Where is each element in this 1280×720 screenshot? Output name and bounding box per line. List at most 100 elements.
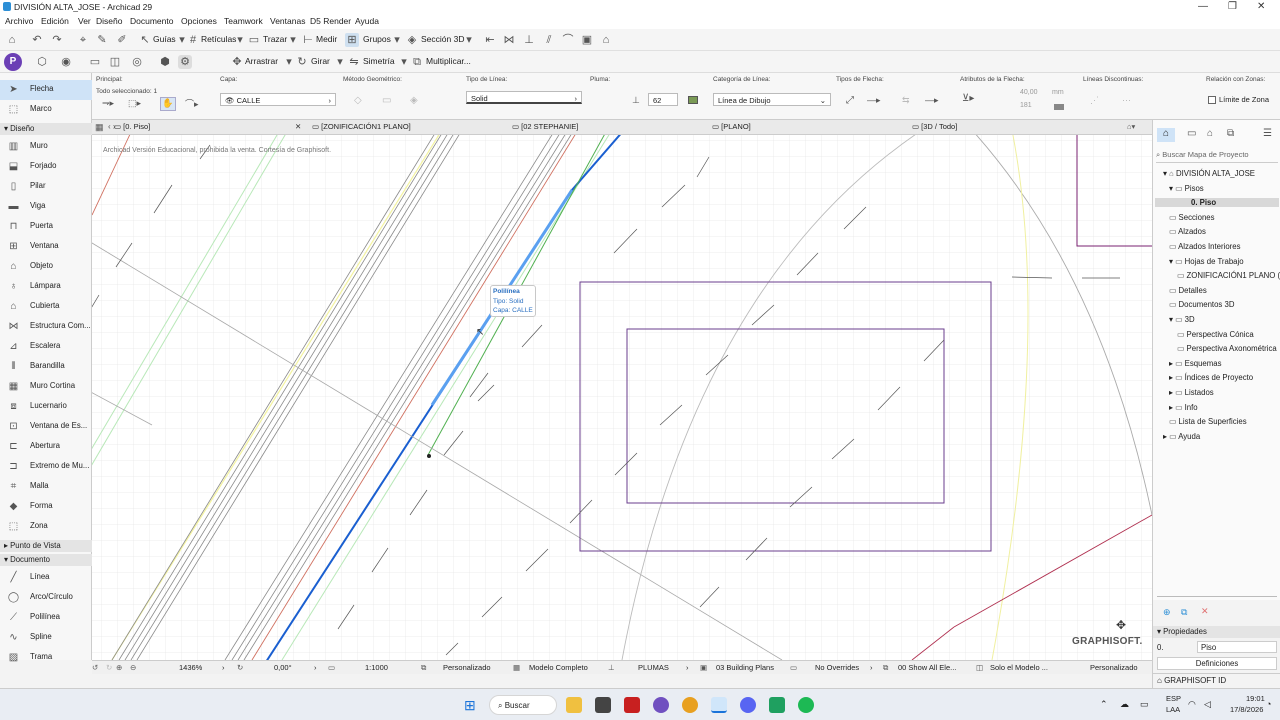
dimension-standard[interactable]: Personalizado [1090,663,1138,672]
view-icon[interactable]: ◎ [130,55,144,69]
mirror-icon[interactable]: ⇋ [347,55,361,69]
spotify-icon[interactable] [798,697,814,713]
layers-icon[interactable]: ⧉ [421,663,426,673]
tool-marco[interactable]: ⬚ Marco [0,100,92,119]
definitions-button[interactable]: Definiciones [1157,657,1277,670]
app-purple-icon[interactable] [653,697,669,713]
arrow-pen-value[interactable]: 181 [1020,102,1032,109]
nav-item-hojas-de-trabajo[interactable]: ▾ ▭ Hojas de Trabajo [1155,257,1279,266]
nav-item-indices-de-proyecto[interactable]: ▸ ▭ Índices de Proyecto [1155,373,1279,382]
drag-icon[interactable]: ✥ [230,55,244,69]
layer-combination[interactable]: Personalizado [443,663,491,672]
split-icon[interactable]: ⫽ [542,33,556,47]
tab-options-icon[interactable]: ⌂▾ [1127,122,1135,131]
pick-up-icon[interactable]: ✎ [95,33,109,47]
scale-icon[interactable]: ▭ [328,663,335,672]
overrides-icon[interactable]: ▭ [790,663,797,672]
tab-0-piso[interactable]: ▭ [0. Piso] [114,122,150,131]
tab-close-icon[interactable]: ✕ [295,122,301,131]
graphic-overrides[interactable]: No Overrides [815,663,859,672]
windows-start-icon[interactable]: ⊞ [464,697,476,713]
settings-gear-icon[interactable]: ⚙ [178,55,192,69]
dropdown-chevron-icon[interactable]: ▾ [282,55,296,69]
menu-opciones[interactable]: Opciones [181,16,217,26]
intersect-icon[interactable]: ⋈ [502,33,516,47]
minimize-button[interactable]: — [1198,1,1208,12]
tool-spline[interactable]: ∿ Spline [0,628,92,647]
structure-icon[interactable]: ◫ [976,663,983,672]
menu-d5-render[interactable]: D5 Render [310,16,351,26]
zoom-in-icon[interactable]: ⊕ [116,663,122,672]
close-button[interactable]: ✕ [1257,1,1265,12]
view-map-icon[interactable]: ▭ [1187,128,1196,139]
tool-linea[interactable]: ╱ Línea [0,568,92,587]
dropdown-chevron-icon[interactable]: ▾ [233,33,247,47]
navigator-menu-icon[interactable]: ☰ [1263,128,1272,139]
tool-barandilla[interactable]: ⫴ Barandilla [0,357,92,376]
nav-item-secciones[interactable]: ▭ Secciones [1155,213,1279,222]
chevron-right-icon[interactable]: › [222,663,225,672]
add-icon[interactable]: ⊕ [1163,607,1171,618]
tool-ventana-de-es[interactable]: ⊡ Ventana de Es... [0,417,92,436]
pen-number-field[interactable]: 62 [648,93,678,106]
tool-abertura[interactable]: ⊏ Abertura [0,437,92,456]
groups-icon[interactable]: ⊞ [345,33,359,47]
nav-item-perspectiva-axonometrica[interactable]: ▭ Perspectiva Axonométrica [1155,344,1279,353]
zone-boundary-checkbox[interactable] [1208,96,1216,104]
keyboard-layout[interactable]: LAA [1166,705,1180,714]
geometry-icon[interactable]: ⬚▸ [128,98,141,109]
reticulas-button[interactable]: Retículas [201,34,236,44]
line-category-select[interactable]: Línea de Dibujo ⌄ [713,93,831,106]
nav-item-0-piso[interactable]: 0. Piso [1155,198,1279,208]
line-type-select[interactable]: Solid › [466,91,582,104]
photo-icon[interactable]: ◫ [108,55,122,69]
tool-estructura-com[interactable]: ⋈ Estructura Com... [0,317,92,336]
3d-box-icon[interactable]: ⬡ [35,55,49,69]
project-map-icon[interactable]: ⌂ [1157,128,1175,142]
tool-cubierta[interactable]: ⌂ Cubierta [0,297,92,316]
offset-icon[interactable]: ▣ [580,33,594,47]
taskbar-search[interactable]: ⌕ Buscar [489,695,557,715]
menu-ayuda[interactable]: Ayuda [355,16,379,26]
rotate-view-icon[interactable]: ↻ [237,663,243,672]
tool-lampara[interactable]: ♁ Lámpara [0,277,92,296]
layer-select[interactable]: 👁 CALLE › [220,93,336,106]
tool-zona[interactable]: ⬚ Zona [0,517,92,536]
nav-item-division-alta-jose[interactable]: ▾ ⌂ DIVISIÓN ALTA_JOSE [1155,169,1279,178]
tool-objeto[interactable]: ⌂ Objeto [0,257,92,276]
tool-malla[interactable]: ⌗ Malla [0,477,92,496]
clone-icon[interactable]: ⧉ [1181,607,1187,618]
teamwork-icon[interactable]: P [4,53,22,71]
tool-viga[interactable]: ▬ Viga [0,197,92,216]
redo-icon[interactable]: ↷ [50,33,64,47]
view-angle[interactable]: 0,00° [274,663,292,672]
dash-option-2-icon[interactable]: ⋯ [1122,95,1131,106]
model-view-icon[interactable]: ▦ [513,663,520,672]
undo-icon[interactable]: ↶ [30,33,44,47]
model-view-option[interactable]: Modelo Completo [529,663,588,672]
scale-value[interactable]: 1:1000 [365,663,388,672]
structural-display[interactable]: Solo el Modelo ... [990,663,1048,672]
chevron-right-icon[interactable]: › [870,663,873,672]
renovation-filter[interactable]: 00 Show All Ele... [898,663,956,672]
discord-icon[interactable] [740,697,756,713]
zoom-level[interactable]: 1436% [179,663,202,672]
menu-ver[interactable]: Ver [78,16,91,26]
tabs-grid-icon[interactable]: ▦ [95,122,104,133]
arrow-start-select[interactable]: —▸ [867,95,881,106]
multiply-icon[interactable]: ⧉ [410,55,424,69]
floor-plan-drawing[interactable] [92,135,1152,660]
explode-icon[interactable]: ⌂ [599,33,613,47]
story-name-field[interactable]: Piso [1197,641,1277,653]
align-icon[interactable]: ⊥ [522,33,536,47]
nav-item-esquemas[interactable]: ▸ ▭ Esquemas [1155,359,1279,368]
nav-item-perspectiva-conica[interactable]: ▭ Perspectiva Cónica [1155,330,1279,339]
geometry-method-3-icon[interactable]: ◈ [410,95,418,106]
tool-pilar[interactable]: ▯ Pilar [0,177,92,196]
pen-color-swatch[interactable] [688,96,698,104]
arrow-pen-swatch[interactable] [1054,104,1064,110]
polyline-node[interactable] [427,454,431,458]
mvo-icon[interactable]: ▣ [700,663,707,672]
geometry-method-1-icon[interactable]: ◇ [354,95,362,106]
menu-archivo[interactable]: Archivo [5,16,33,26]
